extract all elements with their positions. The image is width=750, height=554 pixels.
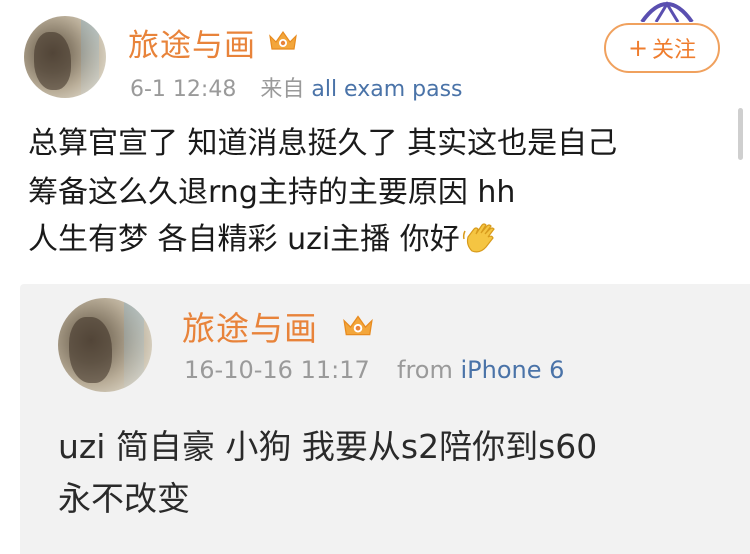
quoted-crown-badge-icon <box>343 315 373 336</box>
quoted-source-prefix: from <box>397 356 453 384</box>
quoted-username[interactable]: 旅途与画 <box>182 302 318 350</box>
quoted-source-link[interactable]: iPhone 6 <box>461 356 565 384</box>
quoted-text-line-1: uzi 简自豪 小狗 我要从s2陪你到s60 <box>58 427 598 466</box>
plus-icon: + <box>627 34 649 62</box>
user-avatar[interactable] <box>24 16 106 98</box>
source-prefix: 来自 <box>260 77 305 102</box>
quoted-text-line-2: 永不改变 <box>58 479 190 518</box>
quoted-post-time: 16-10-16 11:17 <box>184 356 370 384</box>
username[interactable]: 旅途与画 <box>128 20 256 65</box>
post-text-line-3-content: 人生有梦 各自精彩 uzi主播 你好 <box>28 222 460 257</box>
follow-label: 关注 <box>652 38 697 63</box>
post-meta: 6-1 12:48 来自 all exam pass <box>130 71 463 103</box>
scrollbar[interactable] <box>738 108 743 160</box>
post-time: 6-1 12:48 <box>130 77 237 102</box>
waving-hand-icon <box>462 223 495 253</box>
post-text-line-1: 总算官宣了 知道消息挺久了 其实这也是自己 <box>28 126 618 161</box>
follow-button[interactable]: + 关注 <box>604 23 720 73</box>
quoted-post-meta: 16-10-16 11:17 from iPhone 6 <box>184 356 564 384</box>
quoted-post[interactable]: 旅途与画 16-10-16 11:17 from iPhone 6 uzi 简自… <box>20 284 750 554</box>
post-text-line-3: 人生有梦 各自精彩 uzi主播 你好 <box>28 214 498 258</box>
post-source-link[interactable]: all exam pass <box>311 77 462 102</box>
post-text-line-2: 筹备这么久退rng主持的主要原因 hh <box>28 175 516 210</box>
top-partial-decoration <box>640 1 694 22</box>
quoted-user-avatar[interactable] <box>58 298 152 392</box>
crown-badge-icon <box>269 30 297 50</box>
